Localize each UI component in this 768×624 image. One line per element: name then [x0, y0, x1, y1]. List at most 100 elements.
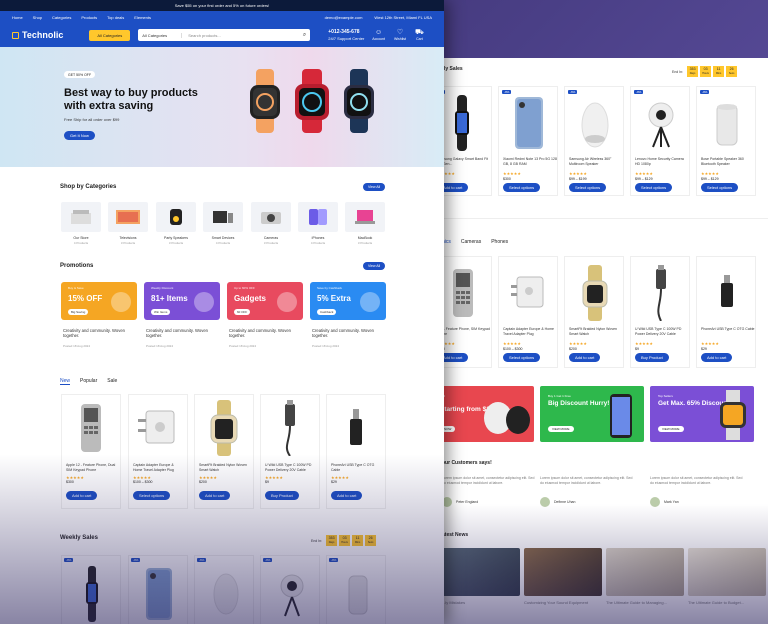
banner-max-discount[interactable]: Top Sellers Get Max. 65% Discount VIEW M…: [650, 386, 754, 442]
smartwatch-icon: [582, 265, 608, 321]
weekly-card[interactable]: -9%: [260, 555, 320, 624]
search-input[interactable]: Search products...: [188, 33, 220, 38]
category-card[interactable]: [156, 202, 196, 232]
site-header: Technolic All Categories All Categories …: [0, 23, 444, 47]
cart-button[interactable]: ⛟ Cart: [415, 29, 424, 41]
testimonial: Lorem ipsum dolor sit amet, consectetur …: [650, 476, 746, 508]
news-card[interactable]: [688, 548, 766, 596]
smartband-icon: [455, 95, 469, 151]
phone-image: [610, 394, 632, 438]
tab-cameras[interactable]: Cameras: [461, 239, 481, 245]
news-card[interactable]: [524, 548, 602, 596]
address-text: West 12th Street, Miami FL USA: [374, 14, 432, 20]
banner-starting-from[interactable]: rted Starting from $119.00 NOW: [436, 386, 534, 442]
back-sale-card[interactable]: -9% Lenovo Home Security Camera HD 1080p…: [630, 86, 690, 196]
nav-top-deals[interactable]: Top deals: [107, 15, 124, 20]
travel-adapter-icon: [511, 276, 544, 308]
back-product-card[interactable]: PhoneArt USB Type C OTG Cable ★★★★★ $29 …: [696, 256, 756, 368]
security-camera-icon: [648, 102, 674, 148]
security-camera-icon: [280, 574, 304, 617]
speaker-icon: [213, 573, 239, 615]
account-button[interactable]: ☺ Account: [372, 29, 385, 41]
category-card[interactable]: [251, 202, 291, 232]
weekly-card[interactable]: -9%: [61, 555, 121, 624]
back-sale-card[interactable]: -9% Xiaomi Redmi Note 13 Pro 5G 128 GB, …: [498, 86, 558, 196]
news-card[interactable]: [606, 548, 684, 596]
back-product-card[interactable]: U Wild USB Type C 100W PD Power Delivery…: [630, 256, 690, 368]
nav-products[interactable]: Products: [81, 15, 97, 20]
cart-icon: ⛟: [415, 29, 424, 36]
avatar: [650, 497, 660, 508]
usb-cable-icon: [656, 265, 666, 321]
back-sale-card[interactable]: -9% Bose Portable Speaker 360 Bluetooth …: [696, 86, 756, 196]
weekly-card[interactable]: -9%: [128, 555, 188, 624]
weekly-card[interactable]: -9%: [326, 555, 386, 624]
macbook-icon: [355, 210, 375, 224]
promo-illustration: [194, 292, 214, 312]
smartwatch-orange-image: [250, 69, 280, 133]
promotions-view-all[interactable]: View All: [363, 262, 386, 270]
product-card[interactable]: SmartFit Braided Nylon Woven Smart Watch…: [194, 394, 254, 509]
product-card[interactable]: Captain Adapter Europe & Home Travel Ada…: [128, 394, 188, 509]
tab-phones[interactable]: Phones: [491, 239, 508, 245]
promo-card[interactable]: Save by Cashback 5% Extra Cashback: [310, 282, 386, 320]
hero-cta-button[interactable]: Get It Now: [64, 131, 95, 140]
back-sale-card[interactable]: -9% Samsung Galaxy Smart Band Fit 8th Ge…: [436, 86, 492, 196]
tab-sale[interactable]: Sale: [107, 378, 117, 385]
product-card[interactable]: PhoneArt USB Type C OTG Cable ★★★★★ $29 …: [326, 394, 386, 509]
back-countdown: End In: 353 Days 03 Hours 11 Mins 26 Secs: [672, 66, 738, 77]
category-card[interactable]: [203, 202, 243, 232]
category-card[interactable]: [108, 202, 148, 232]
categories-view-all[interactable]: View All: [363, 183, 386, 191]
back-sale-card[interactable]: -6% Samsung Air Wireless 360° Multiroom …: [564, 86, 624, 196]
site-logo[interactable]: Technolic: [12, 30, 63, 40]
category-card[interactable]: [61, 202, 101, 232]
background-page-preview: ly Sales End In: 353 Days 03 Hours 11 Mins …: [436, 58, 768, 624]
search-bar[interactable]: All Categories Search products... ⌕: [138, 29, 311, 41]
all-categories-button[interactable]: All Categories: [89, 29, 131, 41]
nav-shop[interactable]: Shop: [33, 15, 42, 20]
speaker-icon: [170, 209, 182, 225]
buy-product-button[interactable]: Buy Product: [265, 491, 299, 500]
category-card[interactable]: [298, 202, 338, 232]
iphone-icon: [309, 209, 327, 225]
feature-phone-icon: [453, 269, 473, 317]
nav-elements[interactable]: Elements: [134, 15, 151, 20]
promo-card[interactable]: Up to 60% OFF Gadgets 60 OFF: [227, 282, 303, 320]
promo-card[interactable]: Buy & Save 15% OFF Big Saving: [61, 282, 137, 320]
smartband-icon: [86, 566, 98, 622]
wishlist-button[interactable]: ♡ Wishlist: [394, 29, 406, 41]
categories-title: Shop by Categories: [60, 184, 117, 190]
smartwatch-red-image: [295, 69, 329, 133]
nav-home[interactable]: Home: [12, 15, 23, 20]
back-product-card[interactable]: SmartFit Braided Nylon Woven Smart Watch…: [564, 256, 624, 368]
promo-illustration: [277, 292, 297, 312]
search-icon[interactable]: ⌕: [303, 32, 306, 39]
television-icon: [116, 210, 140, 224]
back-product-card[interactable]: Captain Adapter Europe & Home Travel Ada…: [498, 256, 558, 368]
email-link[interactable]: demo@example.com: [325, 15, 363, 20]
select-options-button[interactable]: Select options: [133, 491, 171, 500]
countdown-timer: End In: 353 Days 03 Hours 11 Mins 26 Secs: [311, 535, 377, 546]
weekly-card[interactable]: -6%: [194, 555, 254, 624]
main-nav: Home Shop Categories Products Top deals …: [0, 11, 444, 23]
back-product-card[interactable]: l 12 - Feature Phone, SIM Keypad Phone ★…: [436, 256, 492, 368]
news-title: atest News: [442, 532, 469, 538]
product-card[interactable]: Apple 12 - Feature Phone, Dual SIM Keypa…: [61, 394, 121, 509]
speaker-icon: [581, 102, 609, 148]
banner-big-discount[interactable]: Buy 1 Get 1 Free Big Discount Hurry! VIE…: [540, 386, 644, 442]
search-category-select[interactable]: All Categories: [142, 32, 183, 38]
support-contact: +012-345-678 24/7 Support Center: [328, 29, 365, 41]
tab-new[interactable]: New: [60, 378, 71, 385]
tab-popular[interactable]: Popular: [80, 378, 97, 385]
smartwatch-blue-image: [344, 69, 374, 133]
news-card[interactable]: [442, 548, 520, 596]
promo-card[interactable]: Weekly Discount 81+ Items Win Items: [144, 282, 220, 320]
add-to-cart-button[interactable]: Add to cart: [199, 491, 231, 500]
add-to-cart-button[interactable]: Add to cart: [66, 491, 98, 500]
testimonial: Lorem ipsum dolor sit amet, consectetur …: [442, 476, 538, 508]
category-card[interactable]: [345, 202, 385, 232]
add-to-cart-button[interactable]: Add to cart: [331, 491, 363, 500]
nav-categories[interactable]: Categories: [52, 15, 71, 20]
product-card[interactable]: U Wild USB Type C 100W PD Power Delivery…: [260, 394, 320, 509]
